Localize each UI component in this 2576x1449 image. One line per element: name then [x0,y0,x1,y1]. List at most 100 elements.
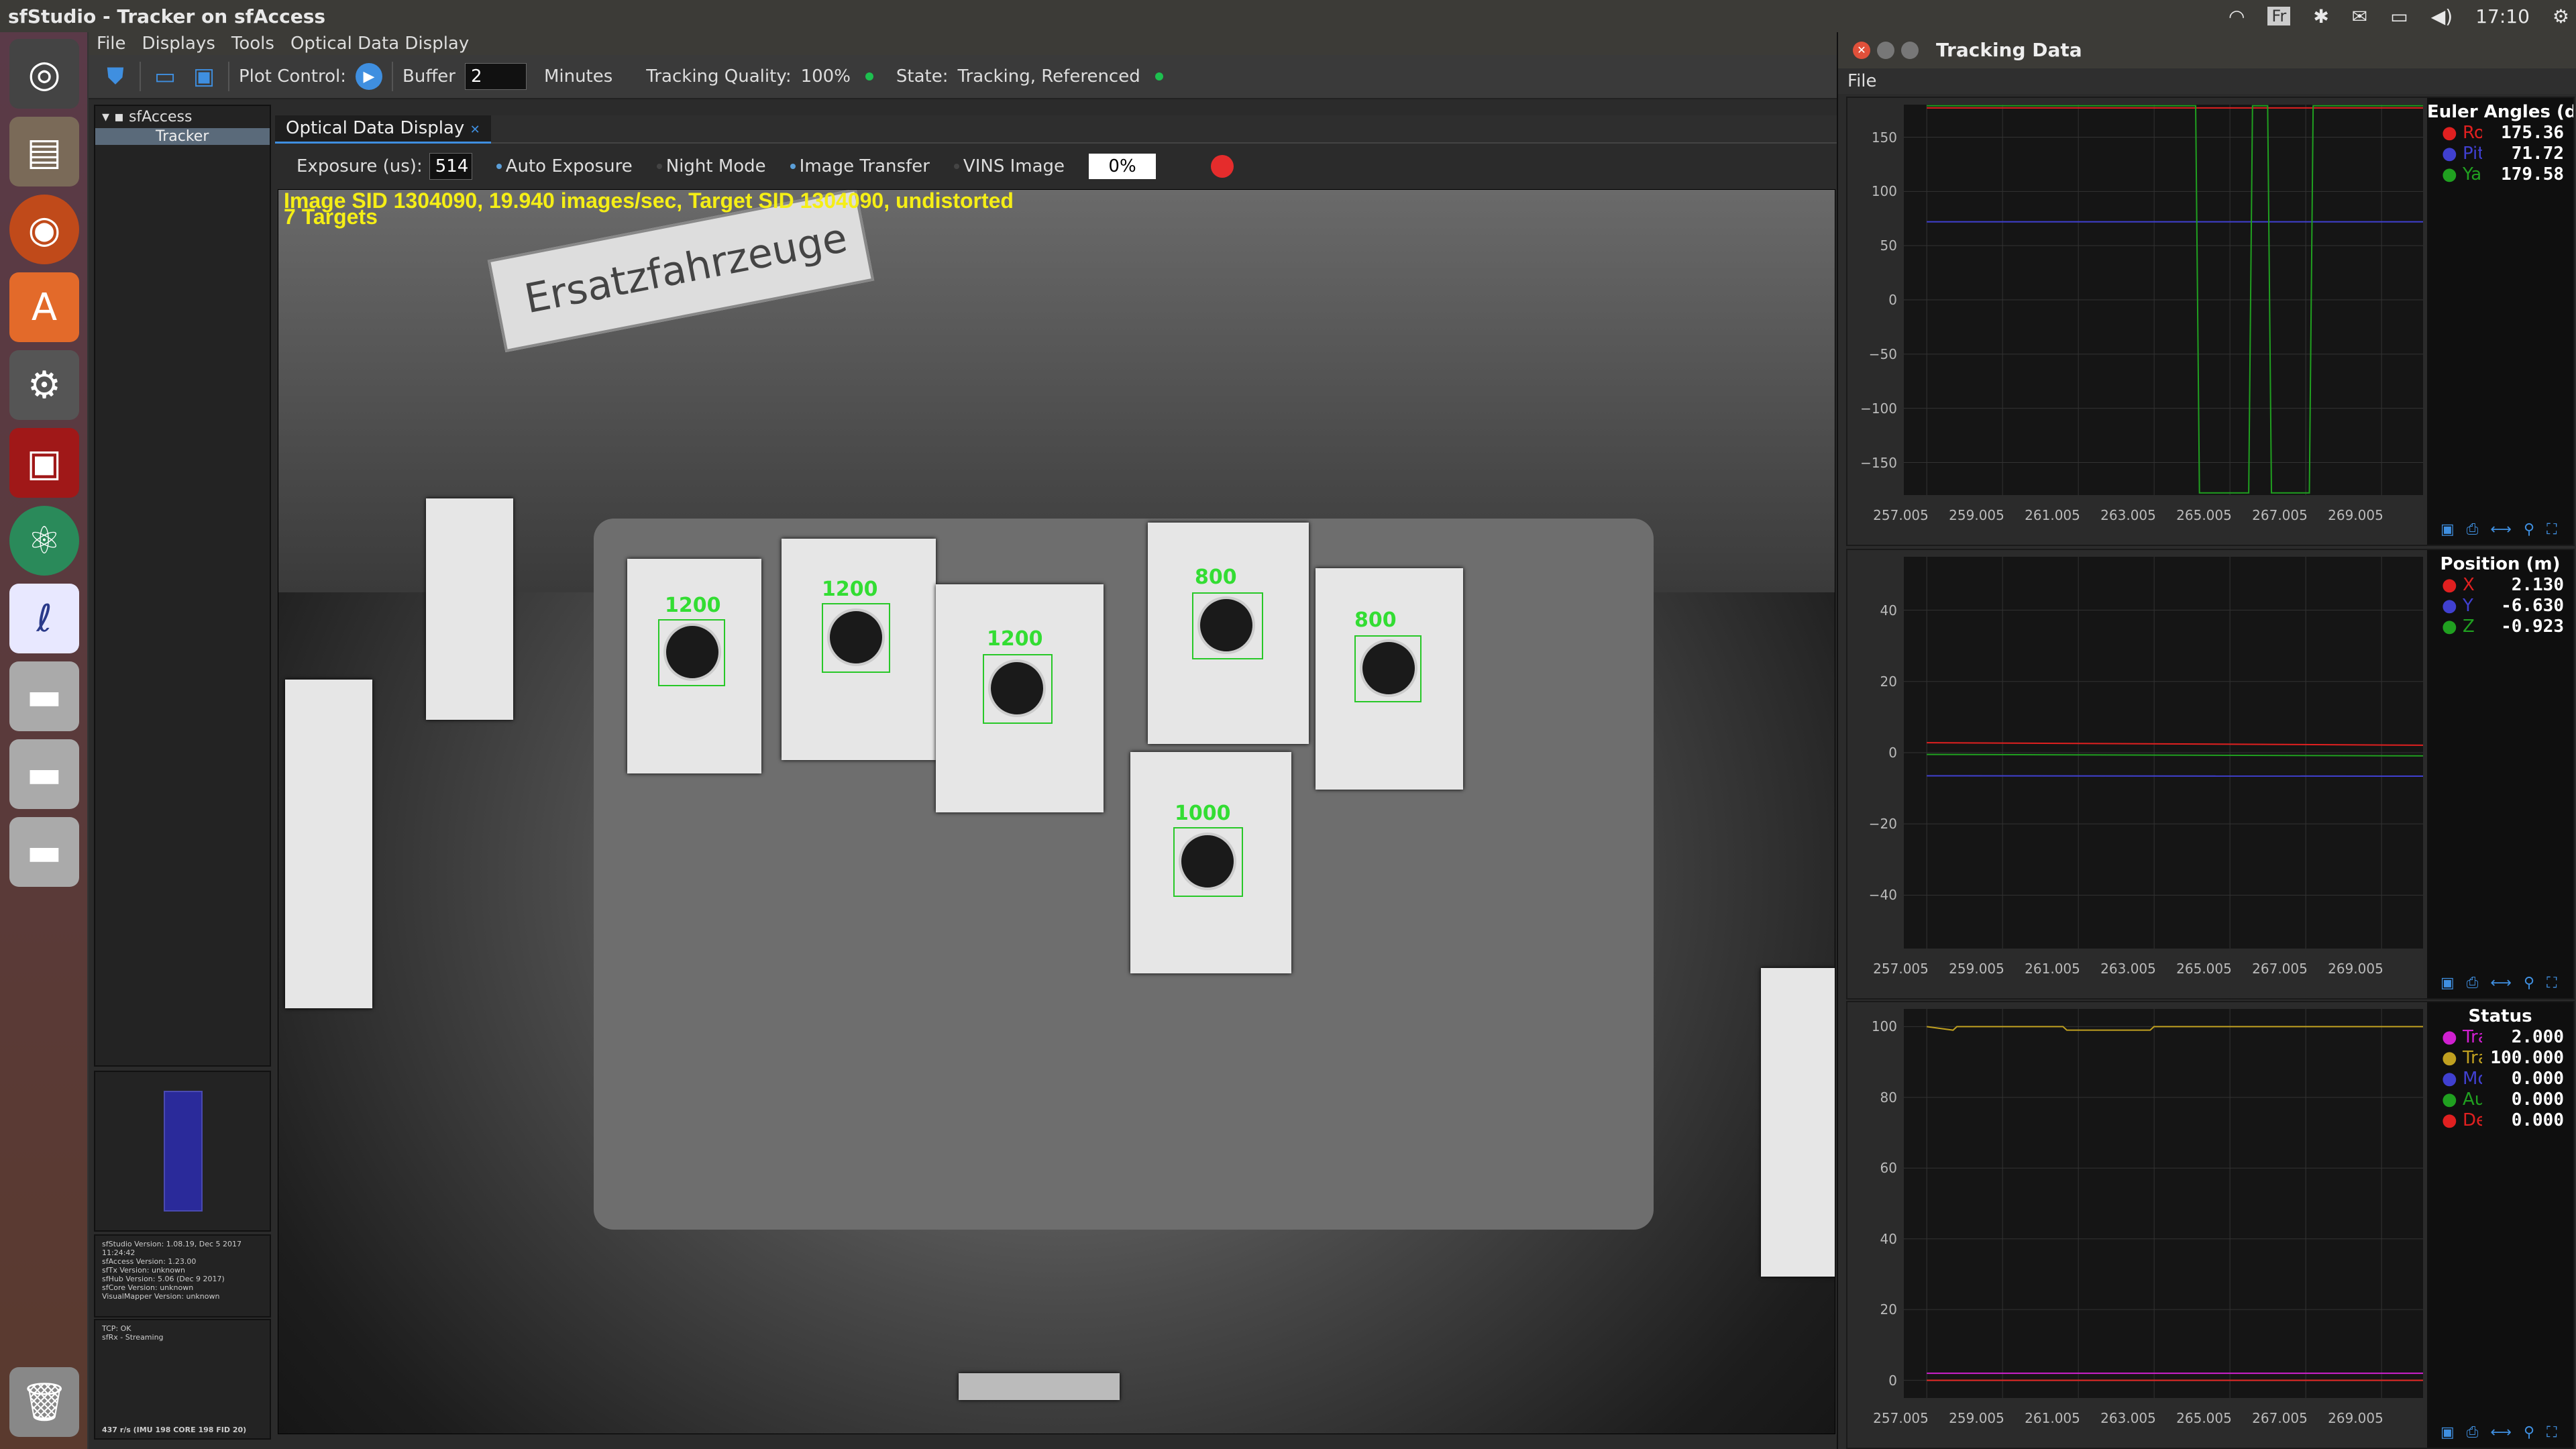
plot-canvas [1904,557,2423,949]
target-box [1173,827,1243,897]
sfstudio-icon[interactable]: ℓ [9,584,79,653]
drive-icon[interactable]: ▬ [9,739,79,809]
y-tick-label: 0 [1888,745,1897,761]
y-tick-label: 0 [1888,292,1897,308]
save-icon[interactable]: ▣ [189,62,219,91]
launcher: ◎ ▤ ◉ A ⚙ ▣ ⚛ ℓ ▬ ▬ ▬ 🗑 [0,32,89,1449]
legend-entry[interactable]: ● Roll 175.36 [2427,122,2573,143]
settings-icon[interactable]: ⚙ [9,350,79,420]
save-icon[interactable]: ▣ [2440,521,2455,538]
volume-icon[interactable]: ◀) [2431,5,2453,28]
image-transfer-radio[interactable]: Image Transfer [790,156,930,176]
target-id: 1200 [987,627,1043,651]
legend-entry[interactable]: ● Yaw 179.58 [2427,164,2573,184]
fit-icon[interactable]: ⛶ [2546,975,2557,991]
legend-entry[interactable]: ● Tra 2.000 [2427,1026,2573,1047]
drive-icon[interactable]: ▬ [9,661,79,731]
clock[interactable]: 17:10 [2475,5,2530,28]
version-info: sfStudio Version: 1.08.19, Dec 5 2017 11… [94,1234,271,1318]
minimize-icon[interactable] [1877,42,1894,59]
save-icon[interactable]: ▣ [2440,1424,2455,1441]
legend-entry[interactable]: ● Mo 0.000 [2427,1068,2573,1089]
close-icon[interactable]: ✕ [1853,42,1870,59]
fit-icon[interactable]: ⛶ [2546,521,2557,538]
legend-entry[interactable]: ● X 2.130 [2427,574,2573,595]
vins-image-radio[interactable]: VINS Image [953,156,1065,176]
tree-item-tracker[interactable]: Tracker [95,128,270,145]
zoom-icon[interactable]: ⚲ [2524,975,2534,991]
y-tick-label: −50 [1868,345,1897,362]
print-icon[interactable]: ⎙ [2467,521,2479,538]
bluetooth-icon[interactable]: ✱ [2313,5,2328,28]
buffer-spinbox[interactable]: 2 [464,63,527,90]
record-button[interactable] [1211,155,1234,178]
plot-area[interactable] [1904,105,2423,495]
legend-entry[interactable]: ● Tra 100.000 [2427,1047,2573,1068]
keyboard-layout[interactable]: Fr [2267,7,2291,25]
target-sheet: 1200 [782,539,936,760]
files-icon[interactable]: ▤ [9,117,79,186]
series-line-y [1927,775,2423,777]
save-icon[interactable]: ▣ [2440,975,2455,991]
legend-entry[interactable]: ● Z -0.923 [2427,616,2573,637]
tree-root[interactable]: ▾ ▪ sfAccess [95,106,270,128]
legend-name: ● Z [2442,616,2475,637]
tracking-menu-file[interactable]: File [1838,68,2576,94]
atom-icon[interactable]: ⚛ [9,506,79,576]
drive-icon[interactable]: ▬ [9,817,79,887]
menu-displays[interactable]: Displays [142,34,215,54]
zoom-icon[interactable]: ⚲ [2524,1424,2534,1441]
terminal-icon[interactable]: ▣ [9,428,79,498]
progress-bar: 0% [1089,154,1157,179]
fit-icon[interactable]: ⛶ [2546,1424,2557,1441]
vins-image-label: VINS Image [963,156,1065,176]
plot-area[interactable] [1904,1009,2423,1398]
rate-footer: 437 r/s (IMU 198 CORE 198 FID 20) [102,1426,247,1434]
x-tick-label: 259.005 [1949,1410,2004,1426]
wifi-icon[interactable]: ◠ [2229,5,2245,28]
legend-entry[interactable]: ● De 0.000 [2427,1110,2573,1130]
device-image [164,1091,203,1212]
trash-icon[interactable]: 🗑 [9,1367,79,1437]
y-tick-label: −40 [1868,887,1897,904]
print-icon[interactable]: ⎙ [2467,1424,2479,1441]
mail-icon[interactable]: ✉ [2352,5,2367,28]
plot-area[interactable] [1904,557,2423,949]
legend-title: Position (m) [2440,554,2561,574]
pan-icon[interactable]: ⟷ [2490,975,2512,991]
plot-canvas [1904,1009,2423,1398]
software-center-icon[interactable]: A [9,272,79,342]
connection-status: TCP: OK sfRx - Streaming 437 r/s (IMU 19… [94,1319,271,1440]
menu-optical-data-display[interactable]: Optical Data Display [290,34,469,54]
legend-entry[interactable]: ● Aut 0.000 [2427,1089,2573,1110]
play-icon[interactable]: ▶ [356,63,383,90]
menu-tools[interactable]: Tools [231,34,274,54]
night-mode-radio[interactable]: Night Mode [656,156,766,176]
menu-file[interactable]: File [97,34,126,54]
firefox-icon[interactable]: ◉ [9,195,79,264]
tracking-data-window: ✕ Tracking Data File 257.005 259.005 261.0… [1837,32,2576,1449]
x-tick-label: 263.005 [2100,507,2156,523]
close-icon[interactable]: ✕ [470,123,480,137]
open-folder-icon[interactable]: ▭ [150,62,180,91]
legend-entry[interactable]: ● Pitch 71.72 [2427,143,2573,164]
x-tick-label: 265.005 [2176,1410,2232,1426]
pan-icon[interactable]: ⟷ [2490,1424,2512,1441]
print-icon[interactable]: ⎙ [2467,975,2479,991]
ubuntu-icon[interactable]: ◎ [9,39,79,109]
legend-entry[interactable]: ● Y -6.630 [2427,595,2573,616]
gear-icon[interactable]: ⚙ [2553,5,2569,28]
x-tick-label: 257.005 [1873,507,1929,523]
buffer-unit: Minutes [543,66,613,87]
zoom-icon[interactable]: ⚲ [2524,521,2534,538]
pan-icon[interactable]: ⟷ [2490,521,2512,538]
battery-icon[interactable]: ▭ [2390,5,2408,28]
auto-exposure-radio[interactable]: Auto Exposure [496,156,633,176]
maximize-icon[interactable] [1901,42,1919,59]
shield-icon[interactable]: ⛊ [101,62,130,91]
plot-legend: Status● Tra2.000● Tra100.000● Mo0.000● A… [2427,1002,2573,1448]
x-tick-label: 265.005 [2176,507,2232,523]
exposure-input[interactable]: 514 [429,153,472,180]
image-info-text: Image SID 1304090, 19.940 images/sec, Ta… [284,189,1014,213]
tab-optical-data-display[interactable]: Optical Data Display ✕ [275,115,491,144]
